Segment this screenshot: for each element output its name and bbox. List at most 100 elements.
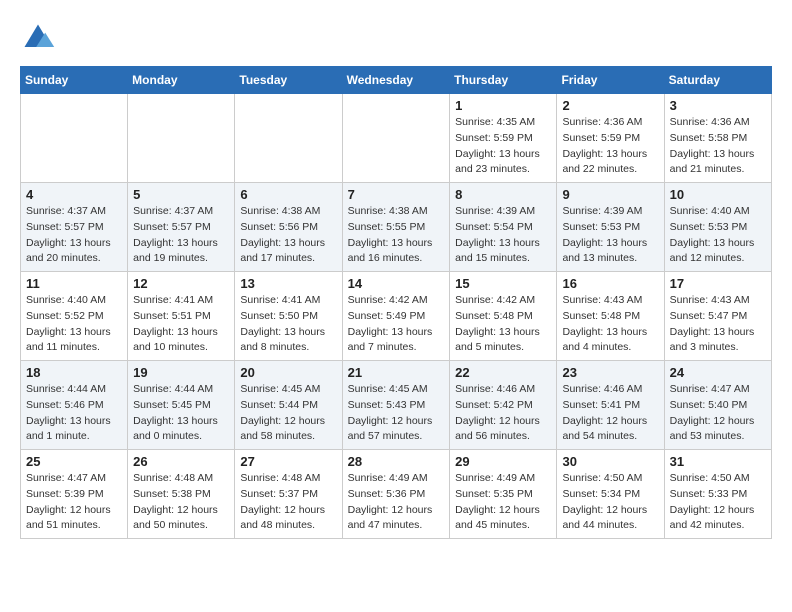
day-info: Sunrise: 4:40 AM Sunset: 5:53 PM Dayligh… <box>670 204 766 267</box>
calendar-cell: 6Sunrise: 4:38 AM Sunset: 5:56 PM Daylig… <box>235 183 342 272</box>
day-number: 19 <box>133 365 229 380</box>
day-number: 4 <box>26 187 122 202</box>
calendar-cell: 29Sunrise: 4:49 AM Sunset: 5:35 PM Dayli… <box>450 450 557 539</box>
calendar-cell: 30 Sunrise: 4:50 AM Sunset: 5:34 PM Dayli… <box>557 450 664 539</box>
day-number: 18 <box>26 365 122 380</box>
header <box>20 20 772 56</box>
day-info: Sunrise: 4:37 AM Sunset: 5:57 PM Dayligh… <box>26 204 122 267</box>
calendar-cell: 16Sunrise: 4:43 AM Sunset: 5:48 PM Dayli… <box>557 272 664 361</box>
day-number: 2 <box>562 98 658 113</box>
day-number: 30 <box>562 454 658 469</box>
calendar-cell: 9 Sunrise: 4:39 AM Sunset: 5:53 PM Daylig… <box>557 183 664 272</box>
calendar-header-tuesday: Tuesday <box>235 67 342 94</box>
calendar-cell: 28Sunrise: 4:49 AM Sunset: 5:36 PM Dayli… <box>342 450 450 539</box>
calendar-header-sunday: Sunday <box>21 67 128 94</box>
day-info: Sunrise: 4:42 AM Sunset: 5:49 PM Dayligh… <box>348 293 445 356</box>
calendar-cell: 10 Sunrise: 4:40 AM Sunset: 5:53 PM Dayli… <box>664 183 771 272</box>
day-info: Sunrise: 4:45 AM Sunset: 5:44 PM Dayligh… <box>240 382 336 445</box>
calendar-cell <box>21 94 128 183</box>
calendar-week-3: 11 Sunrise: 4:40 AM Sunset: 5:52 PM Dayli… <box>21 272 772 361</box>
day-info: Sunrise: 4:45 AM Sunset: 5:43 PM Dayligh… <box>348 382 445 445</box>
day-number: 21 <box>348 365 445 380</box>
day-number: 29 <box>455 454 551 469</box>
calendar-cell: 7 Sunrise: 4:38 AM Sunset: 5:55 PM Daylig… <box>342 183 450 272</box>
calendar-cell <box>342 94 450 183</box>
calendar-cell: 26 Sunrise: 4:48 AM Sunset: 5:38 PM Dayli… <box>128 450 235 539</box>
day-info: Sunrise: 4:46 AM Sunset: 5:41 PM Dayligh… <box>562 382 658 445</box>
calendar-cell: 27 Sunrise: 4:48 AM Sunset: 5:37 PM Dayli… <box>235 450 342 539</box>
calendar-cell: 24 Sunrise: 4:47 AM Sunset: 5:40 PM Dayli… <box>664 361 771 450</box>
day-number: 20 <box>240 365 336 380</box>
calendar-cell: 23 Sunrise: 4:46 AM Sunset: 5:41 PM Dayli… <box>557 361 664 450</box>
calendar-cell: 11 Sunrise: 4:40 AM Sunset: 5:52 PM Dayli… <box>21 272 128 361</box>
day-number: 9 <box>562 187 658 202</box>
calendar-header-friday: Friday <box>557 67 664 94</box>
calendar-cell: 5 Sunrise: 4:37 AM Sunset: 5:57 PM Daylig… <box>128 183 235 272</box>
day-info: Sunrise: 4:38 AM Sunset: 5:55 PM Dayligh… <box>348 204 445 267</box>
calendar-cell: 21 Sunrise: 4:45 AM Sunset: 5:43 PM Dayli… <box>342 361 450 450</box>
day-info: Sunrise: 4:50 AM Sunset: 5:34 PM Dayligh… <box>562 471 658 534</box>
calendar-cell: 4 Sunrise: 4:37 AM Sunset: 5:57 PM Daylig… <box>21 183 128 272</box>
calendar-week-1: 1 Sunrise: 4:35 AM Sunset: 5:59 PM Daylig… <box>21 94 772 183</box>
calendar-header-row: SundayMondayTuesdayWednesdayThursdayFrid… <box>21 67 772 94</box>
day-info: Sunrise: 4:48 AM Sunset: 5:38 PM Dayligh… <box>133 471 229 534</box>
calendar-cell: 3 Sunrise: 4:36 AM Sunset: 5:58 PM Daylig… <box>664 94 771 183</box>
calendar-cell: 15 Sunrise: 4:42 AM Sunset: 5:48 PM Dayli… <box>450 272 557 361</box>
day-number: 3 <box>670 98 766 113</box>
day-number: 1 <box>455 98 551 113</box>
day-number: 17 <box>670 276 766 291</box>
calendar-cell: 22 Sunrise: 4:46 AM Sunset: 5:42 PM Dayli… <box>450 361 557 450</box>
calendar-cell: 20 Sunrise: 4:45 AM Sunset: 5:44 PM Dayli… <box>235 361 342 450</box>
day-info: Sunrise: 4:48 AM Sunset: 5:37 PM Dayligh… <box>240 471 336 534</box>
day-info: Sunrise: 4:43 AM Sunset: 5:47 PM Dayligh… <box>670 293 766 356</box>
calendar-cell: 2 Sunrise: 4:36 AM Sunset: 5:59 PM Daylig… <box>557 94 664 183</box>
calendar-cell: 31 Sunrise: 4:50 AM Sunset: 5:33 PM Dayli… <box>664 450 771 539</box>
day-number: 28 <box>348 454 445 469</box>
day-number: 7 <box>348 187 445 202</box>
day-number: 8 <box>455 187 551 202</box>
day-info: Sunrise: 4:50 AM Sunset: 5:33 PM Dayligh… <box>670 471 766 534</box>
calendar-cell: 8Sunrise: 4:39 AM Sunset: 5:54 PM Daylig… <box>450 183 557 272</box>
day-info: Sunrise: 4:36 AM Sunset: 5:59 PM Dayligh… <box>562 115 658 178</box>
day-number: 27 <box>240 454 336 469</box>
calendar-cell: 19 Sunrise: 4:44 AM Sunset: 5:45 PM Dayli… <box>128 361 235 450</box>
day-info: Sunrise: 4:36 AM Sunset: 5:58 PM Dayligh… <box>670 115 766 178</box>
logo <box>20 20 60 56</box>
day-info: Sunrise: 4:46 AM Sunset: 5:42 PM Dayligh… <box>455 382 551 445</box>
calendar-cell: 18Sunrise: 4:44 AM Sunset: 5:46 PM Dayli… <box>21 361 128 450</box>
day-info: Sunrise: 4:35 AM Sunset: 5:59 PM Dayligh… <box>455 115 551 178</box>
calendar-cell: 14 Sunrise: 4:42 AM Sunset: 5:49 PM Dayli… <box>342 272 450 361</box>
day-info: Sunrise: 4:44 AM Sunset: 5:45 PM Dayligh… <box>133 382 229 445</box>
day-info: Sunrise: 4:42 AM Sunset: 5:48 PM Dayligh… <box>455 293 551 356</box>
calendar-cell: 13Sunrise: 4:41 AM Sunset: 5:50 PM Dayli… <box>235 272 342 361</box>
day-info: Sunrise: 4:47 AM Sunset: 5:40 PM Dayligh… <box>670 382 766 445</box>
calendar-week-2: 4 Sunrise: 4:37 AM Sunset: 5:57 PM Daylig… <box>21 183 772 272</box>
day-number: 23 <box>562 365 658 380</box>
calendar-header-saturday: Saturday <box>664 67 771 94</box>
day-number: 22 <box>455 365 551 380</box>
day-info: Sunrise: 4:37 AM Sunset: 5:57 PM Dayligh… <box>133 204 229 267</box>
day-number: 31 <box>670 454 766 469</box>
calendar-header-wednesday: Wednesday <box>342 67 450 94</box>
day-number: 13 <box>240 276 336 291</box>
calendar-cell: 17 Sunrise: 4:43 AM Sunset: 5:47 PM Dayli… <box>664 272 771 361</box>
calendar: SundayMondayTuesdayWednesdayThursdayFrid… <box>20 66 772 539</box>
calendar-header-monday: Monday <box>128 67 235 94</box>
day-number: 14 <box>348 276 445 291</box>
day-number: 25 <box>26 454 122 469</box>
day-number: 26 <box>133 454 229 469</box>
day-number: 5 <box>133 187 229 202</box>
calendar-cell: 25Sunrise: 4:47 AM Sunset: 5:39 PM Dayli… <box>21 450 128 539</box>
day-number: 24 <box>670 365 766 380</box>
day-number: 11 <box>26 276 122 291</box>
calendar-cell: 1 Sunrise: 4:35 AM Sunset: 5:59 PM Daylig… <box>450 94 557 183</box>
day-info: Sunrise: 4:38 AM Sunset: 5:56 PM Dayligh… <box>240 204 336 267</box>
day-info: Sunrise: 4:43 AM Sunset: 5:48 PM Dayligh… <box>562 293 658 356</box>
day-info: Sunrise: 4:40 AM Sunset: 5:52 PM Dayligh… <box>26 293 122 356</box>
calendar-cell <box>128 94 235 183</box>
calendar-cell: 12Sunrise: 4:41 AM Sunset: 5:51 PM Dayli… <box>128 272 235 361</box>
day-number: 10 <box>670 187 766 202</box>
day-number: 15 <box>455 276 551 291</box>
calendar-cell <box>235 94 342 183</box>
day-info: Sunrise: 4:39 AM Sunset: 5:53 PM Dayligh… <box>562 204 658 267</box>
